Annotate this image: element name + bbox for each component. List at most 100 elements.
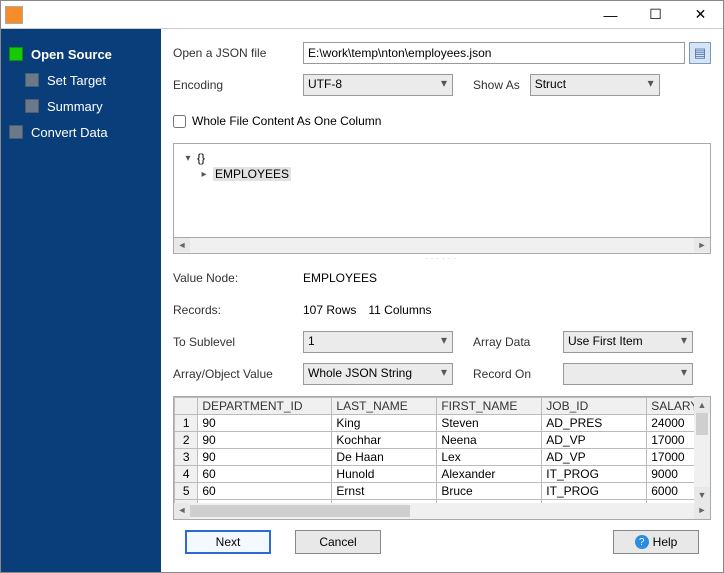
value-node-label: Value Node: [173, 271, 303, 285]
column-header[interactable]: DEPARTMENT_ID [198, 398, 332, 415]
grid-vertical-scrollbar[interactable]: ▲ ▼ [694, 397, 710, 503]
cell-department-id[interactable]: 90 [198, 449, 332, 466]
show-as-select[interactable]: Struct [530, 74, 660, 96]
sidebar-item-label: Open Source [31, 47, 112, 62]
cell-first-name[interactable]: Neena [437, 432, 542, 449]
cancel-button[interactable]: Cancel [295, 530, 381, 554]
value-node-value: EMPLOYEES [303, 271, 377, 285]
scroll-thumb[interactable] [696, 413, 708, 435]
cell-job-id[interactable]: AD_VP [542, 449, 647, 466]
whole-file-label: Whole File Content As One Column [192, 114, 381, 128]
whole-file-checkbox[interactable] [173, 115, 186, 128]
column-header[interactable]: FIRST_NAME [437, 398, 542, 415]
records-cols-value: 11 Columns [368, 303, 431, 317]
scroll-right-icon[interactable]: ► [694, 503, 710, 519]
sidebar-item-open-source[interactable]: Open Source [5, 41, 155, 67]
cell-department-id[interactable]: 60 [198, 483, 332, 500]
scroll-down-icon[interactable]: ▼ [694, 487, 710, 503]
titlebar: — ☐ ✕ [1, 1, 723, 29]
sidebar-item-summary[interactable]: Summary [21, 93, 155, 119]
sidebar-item-convert-data[interactable]: Convert Data [5, 119, 155, 145]
cell-job-id[interactable]: AD_VP [542, 432, 647, 449]
minimize-button[interactable]: — [588, 1, 633, 28]
to-sublevel-label: To Sublevel [173, 335, 303, 349]
cell-job-id[interactable]: AD_PRES [542, 415, 647, 432]
records-rows-value: 107 Rows [303, 303, 356, 317]
table-row[interactable]: 190KingStevenAD_PRES24000SKING [175, 415, 712, 432]
preview-grid[interactable]: DEPARTMENT_ID LAST_NAME FIRST_NAME JOB_I… [173, 396, 711, 520]
sidebar-item-label: Summary [47, 99, 103, 114]
cell-job-id[interactable]: IT_PROG [542, 466, 647, 483]
browse-icon: ▤ [694, 45, 706, 61]
app-icon [5, 6, 23, 24]
sidebar-item-label: Convert Data [31, 125, 108, 140]
scroll-left-icon[interactable]: ◄ [174, 238, 190, 252]
cell-department-id[interactable]: 60 [198, 466, 332, 483]
table-row[interactable]: 560ErnstBruceIT_PROG6000BERNST [175, 483, 712, 500]
show-as-label: Show As [473, 78, 520, 92]
tree-expand-icon[interactable]: ▸ [198, 169, 210, 180]
scroll-thumb[interactable] [190, 505, 410, 517]
grid-horizontal-scrollbar[interactable]: ◄ ► [174, 503, 710, 519]
table-row[interactable]: 290KochharNeenaAD_VP17000NKOCHH [175, 432, 712, 449]
cell-department-id[interactable]: 90 [198, 415, 332, 432]
help-button-label: Help [653, 535, 678, 549]
cell-first-name[interactable]: Bruce [437, 483, 542, 500]
array-data-label: Array Data [473, 335, 553, 349]
help-icon: ? [635, 535, 649, 549]
cell-first-name[interactable]: Alexander [437, 466, 542, 483]
splitter-handle[interactable]: ······ [173, 254, 711, 264]
table-header-row: DEPARTMENT_ID LAST_NAME FIRST_NAME JOB_I… [175, 398, 712, 415]
sidebar-item-label: Set Target [47, 73, 106, 88]
step-indicator-icon [9, 47, 23, 61]
encoding-label: Encoding [173, 78, 303, 92]
row-number-cell: 4 [175, 466, 198, 483]
cell-last-name[interactable]: Kochhar [332, 432, 437, 449]
sidebar: Open Source Set Target Summary Convert D… [1, 29, 161, 572]
cell-last-name[interactable]: De Haan [332, 449, 437, 466]
step-indicator-icon [9, 125, 23, 139]
column-header[interactable]: JOB_ID [542, 398, 647, 415]
cell-job-id[interactable]: IT_PROG [542, 483, 647, 500]
tree-horizontal-scrollbar[interactable]: ◄ ► [173, 238, 711, 254]
browse-file-button[interactable]: ▤ [689, 42, 711, 64]
record-on-select[interactable] [563, 363, 693, 385]
row-number-cell: 3 [175, 449, 198, 466]
close-button[interactable]: ✕ [678, 1, 723, 28]
column-header[interactable]: LAST_NAME [332, 398, 437, 415]
encoding-select[interactable]: UTF-8 [303, 74, 453, 96]
cell-first-name[interactable]: Lex [437, 449, 542, 466]
to-sublevel-select[interactable]: 1 [303, 331, 453, 353]
step-indicator-icon [25, 99, 39, 113]
cell-last-name[interactable]: Ernst [332, 483, 437, 500]
array-data-select[interactable]: Use First Item [563, 331, 693, 353]
table-row[interactable]: 390De HaanLexAD_VP17000LDEHAAN [175, 449, 712, 466]
row-number-cell: 1 [175, 415, 198, 432]
cell-department-id[interactable]: 90 [198, 432, 332, 449]
array-obj-select[interactable]: Whole JSON String [303, 363, 453, 385]
cell-last-name[interactable]: Hunold [332, 466, 437, 483]
tree-child-node[interactable]: EMPLOYEES [213, 167, 291, 181]
cell-last-name[interactable]: King [332, 415, 437, 432]
row-number-cell: 5 [175, 483, 198, 500]
json-tree-panel[interactable]: ▾ {} ▸ EMPLOYEES [173, 143, 711, 238]
maximize-button[interactable]: ☐ [633, 1, 678, 28]
row-number-header [175, 398, 198, 415]
scroll-up-icon[interactable]: ▲ [694, 397, 710, 413]
open-file-label: Open a JSON file [173, 46, 303, 60]
array-obj-label: Array/Object Value [173, 367, 303, 381]
record-on-label: Record On [473, 367, 553, 381]
table-row[interactable]: 460HunoldAlexanderIT_PROG9000AHUNOL [175, 466, 712, 483]
sidebar-item-set-target[interactable]: Set Target [21, 67, 155, 93]
next-button[interactable]: Next [185, 530, 271, 554]
scroll-right-icon[interactable]: ► [694, 238, 710, 252]
help-button[interactable]: ? Help [613, 530, 699, 554]
scroll-left-icon[interactable]: ◄ [174, 503, 190, 519]
tree-collapse-icon[interactable]: ▾ [182, 153, 194, 164]
row-number-cell: 2 [175, 432, 198, 449]
cell-first-name[interactable]: Steven [437, 415, 542, 432]
records-label: Records: [173, 303, 303, 317]
file-path-input[interactable] [303, 42, 685, 64]
step-indicator-icon [25, 73, 39, 87]
tree-root-node[interactable]: {} [197, 151, 205, 165]
